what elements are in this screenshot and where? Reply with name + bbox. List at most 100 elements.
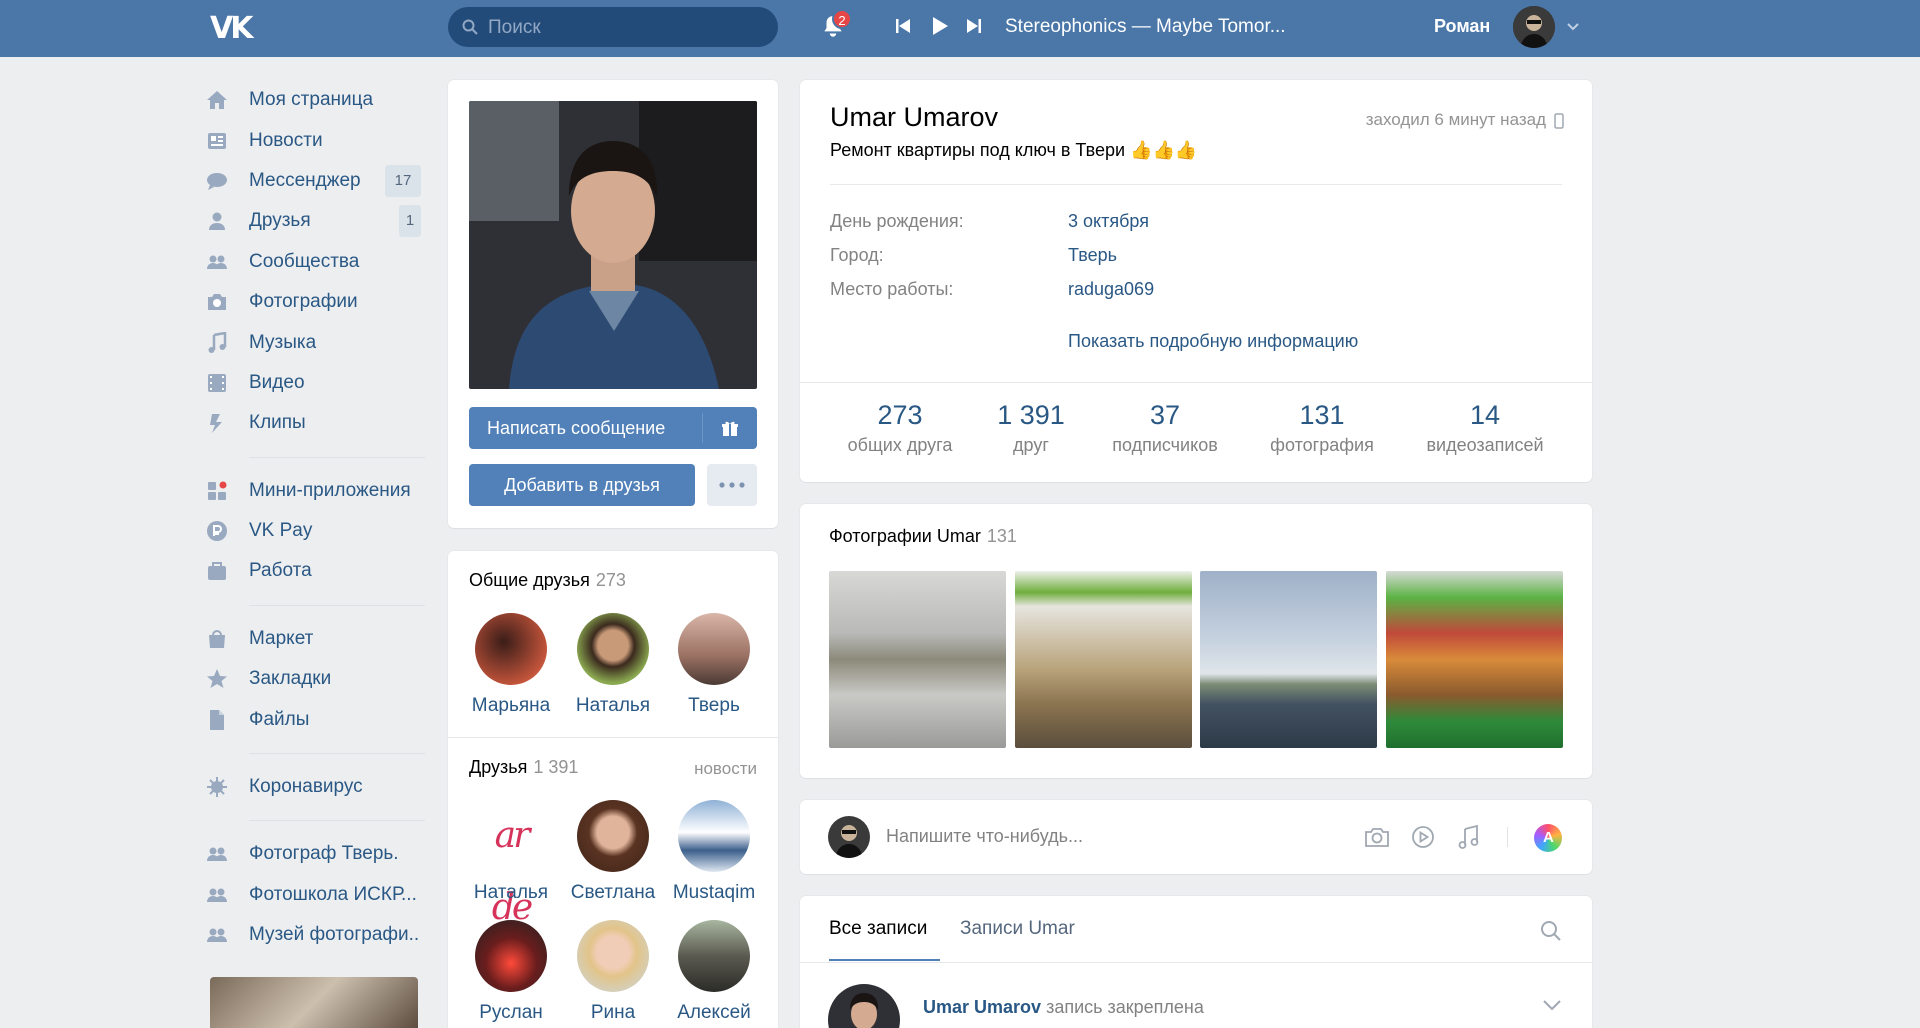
chevron-down-icon[interactable] [1566, 19, 1580, 33]
photos-title[interactable]: Фотографии Umar 131 [829, 526, 1017, 547]
counter-followers[interactable]: 37 подписчиков [1090, 400, 1240, 456]
counter-mutual[interactable]: 273 общих друга [825, 400, 975, 456]
write-message-label: Написать сообщение [487, 418, 666, 438]
sidebar-item-label: Коронавирус [249, 776, 363, 798]
friends-title[interactable]: Друзья 1 391 [469, 757, 578, 778]
now-playing-track[interactable]: Stereophonics — Maybe Tomor... [1005, 16, 1286, 38]
profile-photo[interactable] [469, 101, 757, 389]
sidebar-item-group[interactable]: Музей фотографи.. [205, 915, 425, 955]
avatar: ar de [475, 800, 547, 928]
photo-thumbnail[interactable] [1386, 571, 1563, 748]
sidebar-item-group[interactable]: Фотошкола ИСКР... [205, 875, 425, 915]
sidebar-item-group[interactable]: Фотограф Тверь. [205, 834, 425, 874]
sidebar-item-mini-apps[interactable]: Мини-приложения [205, 471, 425, 511]
sidebar-item-work[interactable]: Работа [205, 551, 425, 591]
requests-count: 1 [399, 205, 421, 238]
sidebar-item-files[interactable]: Файлы [205, 699, 425, 739]
apps-icon [205, 479, 229, 503]
sidebar-item-friends[interactable]: Друзья 1 [205, 201, 425, 241]
divider [800, 962, 1592, 963]
friend-tile[interactable]: Алексей [664, 920, 764, 1024]
sidebar-item-clips[interactable]: Клипы [205, 403, 425, 443]
work-value[interactable]: raduga069 [1068, 279, 1154, 300]
show-more-info-link[interactable]: Показать подробную информацию [1068, 331, 1358, 352]
friend-tile[interactable]: Наталья [563, 613, 663, 717]
sidebar-item-bookmarks[interactable]: Закладки [205, 659, 425, 699]
ad-image[interactable] [210, 977, 418, 1028]
friend-tile[interactable]: Светлана [563, 800, 663, 904]
sidebar-item-video[interactable]: Видео [205, 363, 425, 403]
sidebar-item-label: Маркет [249, 627, 314, 649]
friends-news-link[interactable]: новости [694, 759, 757, 779]
photo-thumbnail[interactable] [1015, 571, 1192, 748]
photo-thumbnail[interactable] [1200, 571, 1377, 748]
play-icon[interactable] [930, 16, 950, 36]
mutual-friends-title[interactable]: Общие друзья 273 [469, 570, 626, 591]
sidebar-item-communities[interactable]: Сообщества [205, 242, 425, 282]
mutual-title-text: Общие друзья [469, 570, 590, 590]
sidebar-item-news[interactable]: Новости [205, 120, 425, 160]
video-icon[interactable] [1411, 825, 1435, 849]
next-track-icon[interactable] [966, 17, 982, 35]
post-pinned-note: запись закреплена [1046, 997, 1204, 1017]
photo-thumbnail[interactable] [829, 571, 1006, 748]
friend-tile[interactable]: Тверь [664, 613, 764, 717]
music-icon[interactable] [1457, 824, 1481, 850]
sidebar-item-label: Друзья [249, 210, 311, 232]
tab-all-posts[interactable]: Все записи [829, 918, 927, 940]
avatar [828, 816, 870, 858]
photos-title-text: Фотографии Umar [829, 526, 981, 546]
friend-tile[interactable]: Рина [563, 920, 663, 1024]
avatar[interactable] [828, 984, 900, 1028]
birthday-value[interactable]: 3 октября [1068, 211, 1149, 232]
composer-input[interactable]: Напишите что-нибудь... [886, 826, 1083, 847]
gift-icon[interactable] [721, 419, 739, 437]
profile-status[interactable]: Ремонт квартиры под ключ в Твери 👍👍👍 [830, 140, 1197, 161]
friend-tile[interactable]: Mustaqim [664, 800, 764, 904]
friend-name: Алексей [677, 1002, 751, 1023]
vk-logo[interactable]: VK [210, 11, 254, 46]
sidebar-item-vk-pay[interactable]: VK Pay [205, 511, 425, 551]
sidebar-item-label: Фотографии [249, 291, 358, 313]
group-icon [205, 842, 229, 866]
post-author[interactable]: Umar Umarov [923, 997, 1041, 1017]
sidebar-item-coronavirus[interactable]: Коронавирус [205, 767, 425, 807]
counter-value: 131 [1299, 400, 1345, 430]
write-message-button[interactable]: Написать сообщение [469, 407, 757, 449]
add-friend-button[interactable]: Добавить в друзья [469, 464, 695, 506]
friend-name: Светлана [570, 882, 656, 903]
sidebar-item-market[interactable]: Маркет [205, 619, 425, 659]
post-header: Umar Umarov запись закреплена [923, 997, 1204, 1018]
previous-track-icon[interactable] [895, 17, 911, 35]
camera-icon[interactable] [1364, 825, 1390, 849]
friend-tile[interactable]: ar de Наталья [461, 800, 561, 928]
market-icon [205, 627, 229, 651]
clips-icon [205, 411, 229, 435]
counter-videos[interactable]: 14 видеозаписей [1410, 400, 1560, 456]
divider [702, 413, 703, 443]
city-value[interactable]: Тверь [1068, 245, 1117, 266]
search-input[interactable]: Поиск [448, 7, 778, 47]
search-icon [462, 19, 478, 35]
counter-value: 1 391 [997, 400, 1065, 430]
tab-own-posts[interactable]: Записи Umar [960, 918, 1075, 940]
search-icon[interactable] [1540, 920, 1562, 942]
sidebar-item-label: Видео [249, 371, 305, 393]
counter-photos[interactable]: 131 фотография [1247, 400, 1397, 456]
sidebar-item-photos[interactable]: Фотографии [205, 282, 425, 322]
more-actions-button[interactable] [707, 464, 757, 506]
friend-tile[interactable]: Руслан [461, 920, 561, 1024]
sidebar-item-music[interactable]: Музыка [205, 322, 425, 362]
sidebar-item-my-page[interactable]: Моя страница [205, 80, 425, 120]
sidebar-item-label: Фотограф Тверь. [249, 843, 399, 865]
avatar [475, 613, 547, 685]
counter-friends[interactable]: 1 391 друг [956, 400, 1106, 456]
user-name[interactable]: Роман [1434, 16, 1490, 37]
sidebar-item-label: Клипы [249, 412, 306, 434]
divider [249, 752, 425, 754]
sidebar-item-messenger[interactable]: Мессенджер 17 [205, 161, 425, 201]
chevron-down-icon[interactable] [1542, 998, 1562, 1012]
avatar[interactable] [1513, 6, 1555, 48]
friend-tile[interactable]: Марьяна [461, 613, 561, 717]
stories-icon[interactable]: A [1534, 824, 1562, 852]
